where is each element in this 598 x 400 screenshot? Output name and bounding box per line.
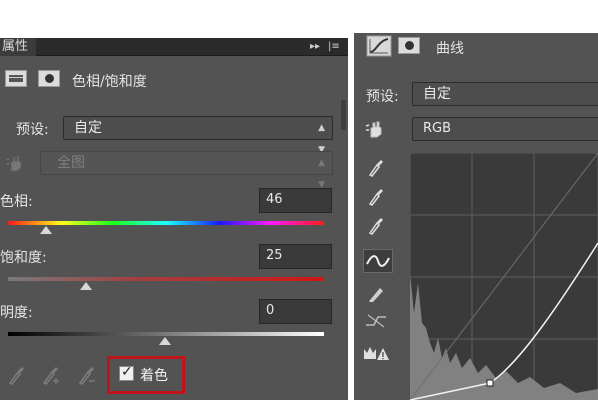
curve-tool-icon [366, 255, 390, 267]
eyedropper-icon[interactable] [6, 364, 26, 386]
curves-preset-label: 预设: [366, 89, 399, 105]
panel-tab[interactable]: 属性 [0, 38, 36, 56]
collapse-icon[interactable]: ▸▸ [310, 38, 320, 56]
hand-target-icon[interactable] [4, 151, 28, 175]
saturation-slider-track[interactable] [8, 277, 324, 281]
eyedropper-icon[interactable] [366, 157, 386, 177]
saturation-label: 饱和度: [0, 250, 47, 266]
curves-panel: 曲线 预设: 自定 RGB [354, 0, 598, 400]
panel-header: 属性 ▸▸ |≡ [0, 38, 348, 56]
curves-title: 曲线 [436, 41, 464, 57]
panel-menu-icon[interactable]: |≡ [328, 38, 340, 56]
smooth-icon[interactable] [364, 311, 388, 331]
lightness-label: 明度: [0, 305, 33, 321]
channel-value: RGB [423, 121, 452, 136]
curves-panel-top [354, 0, 598, 33]
curve-point-tool[interactable] [363, 249, 393, 273]
pencil-icon[interactable] [366, 283, 386, 303]
colorize-checkbox[interactable]: ✓ [119, 364, 134, 381]
scrollbar[interactable] [341, 100, 346, 130]
saturation-input[interactable]: 25 [259, 244, 332, 269]
hue-slider-track[interactable] [8, 221, 324, 225]
preset-label: 预设: [16, 122, 49, 138]
hue-label: 色相: [0, 194, 33, 210]
eyedropper-plus-icon[interactable] [366, 186, 386, 206]
range-value: 全图 [57, 155, 85, 171]
checkbox-icon: ✓ [121, 364, 133, 380]
adjustment-title: 色相/饱和度 [72, 74, 147, 90]
eyedropper-minus-icon[interactable] [76, 364, 98, 386]
colorize-label: 着色 [140, 368, 168, 384]
curves-preset-value: 自定 [423, 86, 451, 102]
mask-icon[interactable] [398, 37, 420, 54]
range-dropdown[interactable]: 全图 ▲ ▼ [40, 151, 333, 190]
hue-saturation-icon [5, 70, 27, 87]
curves-icon [366, 35, 392, 57]
curves-graph[interactable] [410, 153, 598, 400]
hue-saturation-panel: 属性 ▸▸ |≡ 色相/饱和度 预设: 自定 ▲ ▼ 全图 ▲ ▼ 色相: 46 饱… [0, 38, 348, 400]
mask-icon[interactable] [38, 70, 60, 87]
lightness-input[interactable]: 0 [259, 299, 332, 324]
channel-dropdown[interactable]: RGB [412, 117, 598, 141]
saturation-slider-thumb[interactable] [80, 282, 92, 290]
eyedropper-plus-icon[interactable] [40, 364, 62, 386]
clipping-warning-icon[interactable] [362, 343, 390, 363]
preset-value: 自定 [74, 120, 102, 136]
hue-input[interactable]: 46 [259, 188, 332, 213]
eyedropper-minus-icon[interactable] [366, 215, 386, 235]
lightness-slider-track[interactable] [8, 332, 324, 336]
preset-dropdown[interactable]: 自定 ▲ ▼ [63, 116, 333, 155]
hand-target-icon[interactable] [364, 117, 388, 141]
panel-tab-title: 属性 [2, 39, 29, 54]
hue-slider-thumb[interactable] [40, 226, 52, 234]
lightness-slider-thumb[interactable] [159, 337, 171, 345]
curve-point [486, 379, 494, 387]
curves-preset-dropdown[interactable]: 自定 [412, 82, 598, 106]
